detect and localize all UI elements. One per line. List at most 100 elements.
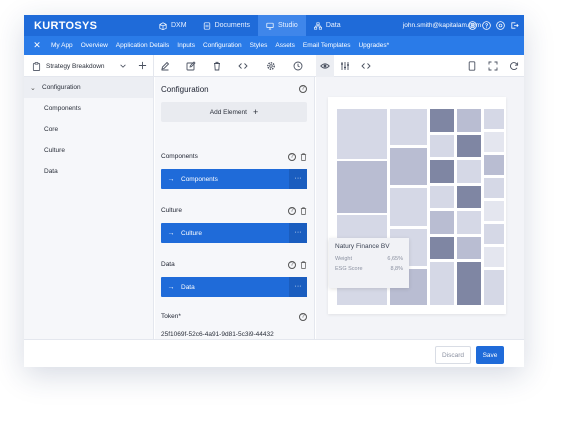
tooltip-row: ESG Score 8,8%	[335, 266, 403, 272]
add-page-icon[interactable]	[138, 61, 147, 70]
treemap-tile[interactable]	[457, 160, 481, 183]
trash-icon[interactable]	[300, 153, 307, 161]
treemap-tile[interactable]	[390, 188, 427, 226]
nav-upgrades[interactable]: Upgrades*	[354, 42, 393, 49]
treemap-tile[interactable]	[484, 178, 504, 198]
pencil-icon[interactable]	[160, 61, 170, 71]
logout-icon[interactable]	[510, 21, 519, 30]
treemap-tile[interactable]	[484, 132, 504, 152]
element-bar-culture[interactable]: → Culture ···	[161, 223, 307, 243]
save-button[interactable]: Save	[476, 346, 504, 364]
nav-styles[interactable]: Styles	[246, 42, 272, 49]
refresh-icon[interactable]	[509, 61, 519, 71]
tab-documents[interactable]: Documents	[195, 15, 258, 36]
help-icon[interactable]: ?	[288, 261, 296, 269]
sidebar-item-culture[interactable]: Culture	[24, 140, 153, 161]
settings-icon[interactable]	[496, 21, 505, 30]
treemap-tile[interactable]	[337, 109, 387, 159]
sidebar-item-data[interactable]: Data	[24, 161, 153, 182]
treemap-tile[interactable]	[430, 109, 454, 132]
nav-configuration[interactable]: Configuration	[199, 42, 246, 49]
nav-my-app[interactable]: My App	[47, 42, 77, 49]
more-icon[interactable]: ···	[289, 277, 307, 297]
trash-icon[interactable]	[212, 61, 222, 71]
treemap-tile[interactable]	[484, 247, 504, 267]
treemap-tile[interactable]	[430, 237, 454, 259]
group-title-components: Components	[161, 153, 198, 160]
fullscreen-icon[interactable]	[488, 61, 498, 71]
config-title: Configuration	[161, 85, 209, 94]
treemap-tile[interactable]	[457, 237, 481, 259]
element-bar-components[interactable]: → Components ···	[161, 169, 307, 189]
configuration-panel: Configuration ? Add Element + Components…	[155, 77, 315, 339]
code-icon[interactable]	[238, 61, 248, 71]
nav-assets[interactable]: Assets	[271, 42, 299, 49]
sidebar-item-components[interactable]: Components	[24, 98, 153, 119]
help-icon[interactable]: ?	[288, 207, 296, 215]
treemap-tile[interactable]	[430, 160, 454, 183]
treemap-tile[interactable]	[457, 211, 481, 234]
nav-overview[interactable]: Overview	[77, 42, 112, 49]
treemap-tile[interactable]	[390, 148, 427, 185]
monitor-icon	[266, 22, 274, 30]
discard-button[interactable]: Discard	[435, 346, 471, 364]
help-icon[interactable]: ?	[299, 313, 307, 321]
tooltip-row: Weight 6,65%	[335, 256, 403, 262]
tab-data-label: Data	[325, 22, 341, 29]
element-label: Components	[181, 175, 218, 183]
mobile-icon[interactable]	[467, 61, 477, 71]
treemap-tile[interactable]	[484, 109, 504, 129]
add-element-button[interactable]: Add Element +	[161, 102, 307, 122]
tab-studio-label: Studio	[277, 22, 298, 29]
treemap-tile[interactable]	[457, 186, 481, 208]
page-selector[interactable]: Strategy Breakdown	[24, 55, 154, 77]
treemap-tile[interactable]	[430, 211, 454, 234]
more-icon[interactable]: ···	[289, 223, 307, 243]
trash-icon[interactable]	[300, 261, 307, 269]
treemap-tile[interactable]	[430, 186, 454, 208]
preview-toggle[interactable]	[316, 55, 334, 77]
edit-icon[interactable]	[186, 61, 196, 71]
nav-inputs[interactable]: Inputs	[173, 42, 199, 49]
clock-icon[interactable]	[293, 61, 303, 71]
sidebar-item-configuration[interactable]: ⌄ Configuration	[24, 77, 153, 98]
tab-dxm[interactable]: DXM	[151, 15, 195, 36]
treemap-tile[interactable]	[484, 270, 504, 305]
treemap-tile[interactable]	[457, 262, 481, 305]
treemap-tile[interactable]	[430, 262, 454, 305]
help-icon[interactable]: ?	[288, 153, 296, 161]
sidebar-item-core[interactable]: Core	[24, 119, 153, 140]
code-view-icon[interactable]	[361, 61, 371, 71]
help-icon[interactable]: ?	[299, 85, 307, 93]
trash-icon[interactable]	[300, 207, 307, 215]
gear-icon[interactable]	[266, 61, 276, 71]
sidebar-item-label: Core	[44, 126, 59, 133]
treemap-tile[interactable]	[484, 155, 504, 175]
sidebar-item-label: Configuration	[42, 84, 81, 91]
tab-documents-label: Documents	[214, 22, 250, 29]
help-icon[interactable]	[482, 21, 491, 30]
element-bar-data[interactable]: → Data ···	[161, 277, 307, 297]
treemap-tile[interactable]	[390, 109, 427, 145]
tab-studio[interactable]: Studio	[257, 15, 306, 36]
treemap-tile[interactable]	[484, 201, 504, 221]
treemap-tile[interactable]	[484, 224, 504, 244]
token-input[interactable]: 25f1069f-52c6-4a91-9d81-5c3i9-44432	[161, 331, 274, 338]
more-icon[interactable]: ···	[289, 169, 307, 189]
secondary-nav-bar: ✕ My App Overview Application Details In…	[24, 36, 524, 55]
arrow-right-icon: →	[167, 283, 175, 291]
treemap-tile[interactable]	[457, 109, 481, 132]
tab-data[interactable]: Data	[306, 15, 349, 36]
treemap-tile[interactable]	[430, 135, 454, 157]
token-label: Token*	[161, 313, 181, 320]
sliders-icon[interactable]	[340, 61, 350, 71]
chevron-down-icon[interactable]	[119, 62, 127, 70]
treemap-tile[interactable]	[337, 161, 387, 213]
arrow-right-icon: →	[167, 229, 175, 237]
treemap-tile[interactable]	[457, 135, 481, 157]
nav-email-templates[interactable]: Email Templates	[299, 42, 355, 49]
nav-application-details[interactable]: Application Details	[112, 42, 173, 49]
user-icon[interactable]	[468, 21, 477, 30]
element-label: Culture	[181, 229, 202, 237]
close-icon[interactable]: ✕	[27, 40, 47, 51]
